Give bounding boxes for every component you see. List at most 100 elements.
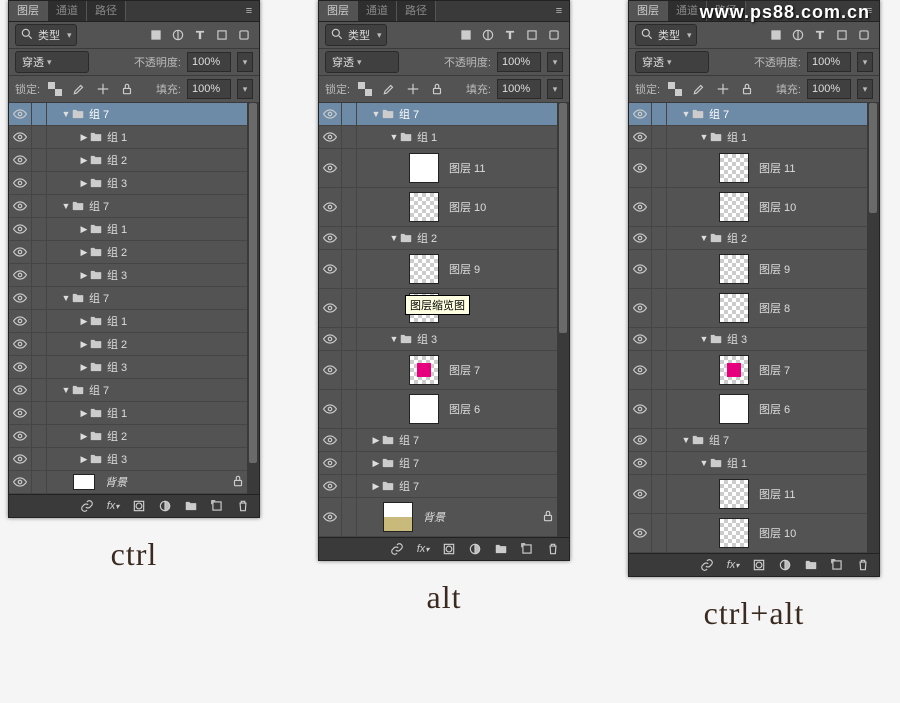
filter-type-icon[interactable] — [191, 26, 209, 44]
layer-thumbnail[interactable] — [719, 518, 749, 548]
filter-smart-icon[interactable] — [545, 26, 563, 44]
visibility-toggle[interactable] — [319, 328, 342, 350]
visibility-toggle[interactable] — [629, 250, 652, 288]
layer-row[interactable]: 图层 7 — [629, 351, 879, 390]
link-icon[interactable] — [389, 540, 405, 558]
disclosure-triangle[interactable]: ▶ — [79, 132, 89, 143]
visibility-toggle[interactable] — [319, 250, 342, 288]
visibility-toggle[interactable] — [9, 172, 32, 194]
visibility-toggle[interactable] — [629, 514, 652, 552]
disclosure-triangle[interactable]: ▼ — [389, 334, 399, 344]
panel-menu-icon[interactable]: ≡ — [549, 1, 569, 21]
visibility-toggle[interactable] — [9, 103, 32, 125]
new-layer-icon[interactable] — [519, 540, 535, 558]
layer-row[interactable]: 图层 8 — [629, 289, 879, 328]
fill-stepper[interactable]: ▾ — [857, 79, 873, 99]
visibility-toggle[interactable] — [319, 452, 342, 474]
lock-all-icon[interactable] — [738, 80, 756, 98]
disclosure-triangle[interactable]: ▼ — [61, 109, 71, 119]
group-name[interactable]: 组 3 — [727, 331, 747, 347]
visibility-toggle[interactable] — [629, 351, 652, 389]
layer-thumbnail[interactable] — [719, 293, 749, 323]
filter-adjust-icon[interactable] — [789, 26, 807, 44]
disclosure-triangle[interactable]: ▶ — [79, 178, 89, 189]
layer-name[interactable]: 图层 8 — [759, 300, 790, 316]
group-name[interactable]: 组 1 — [107, 221, 127, 237]
tab-layers[interactable]: 图层 — [9, 1, 48, 21]
mask-icon[interactable] — [131, 497, 147, 515]
filter-kind-select[interactable]: 类型 — [325, 24, 387, 46]
disclosure-triangle[interactable]: ▶ — [371, 458, 381, 469]
group-name[interactable]: 组 1 — [107, 129, 127, 145]
disclosure-triangle[interactable]: ▼ — [389, 132, 399, 142]
group-row[interactable]: ▶ 组 2 — [9, 241, 259, 264]
layer-name[interactable]: 图层 11 — [759, 160, 795, 176]
group-row[interactable]: ▼ 组 7 — [9, 103, 259, 126]
group-row[interactable]: ▼ 组 3 — [319, 328, 569, 351]
visibility-toggle[interactable] — [9, 448, 32, 470]
layer-row[interactable]: 图层 10 — [319, 188, 569, 227]
scrollbar[interactable] — [557, 103, 569, 537]
group-row[interactable]: ▼ 组 7 — [629, 103, 879, 126]
group-name[interactable]: 组 7 — [89, 290, 109, 306]
layer-name[interactable]: 图层 10 — [759, 525, 796, 541]
disclosure-triangle[interactable]: ▼ — [699, 132, 709, 142]
layer-row[interactable]: 图层 9 — [629, 250, 879, 289]
disclosure-triangle[interactable]: ▶ — [79, 270, 89, 281]
filter-adjust-icon[interactable] — [479, 26, 497, 44]
group-row[interactable]: ▶ 组 3 — [9, 448, 259, 471]
group-name[interactable]: 组 2 — [107, 152, 127, 168]
background-layer-row[interactable]: 背景 — [9, 471, 259, 494]
lock-transparent-icon[interactable] — [46, 80, 64, 98]
group-row[interactable]: ▼ 组 7 — [9, 379, 259, 402]
visibility-toggle[interactable] — [9, 425, 32, 447]
lock-move-icon[interactable] — [94, 80, 112, 98]
group-row[interactable]: ▶ 组 1 — [9, 126, 259, 149]
disclosure-triangle[interactable]: ▼ — [61, 293, 71, 303]
visibility-toggle[interactable] — [629, 227, 652, 249]
group-row[interactable]: ▶ 组 1 — [9, 218, 259, 241]
visibility-toggle[interactable] — [629, 126, 652, 148]
group-name[interactable]: 组 7 — [709, 106, 729, 122]
visibility-toggle[interactable] — [9, 333, 32, 355]
group-name[interactable]: 组 1 — [727, 455, 747, 471]
opacity-value[interactable]: 100% — [497, 52, 541, 72]
scroll-thumb[interactable] — [559, 103, 567, 333]
group-row[interactable]: ▶ 组 3 — [9, 356, 259, 379]
lock-paint-icon[interactable] — [70, 80, 88, 98]
group-row[interactable]: ▶ 组 2 — [9, 333, 259, 356]
visibility-toggle[interactable] — [319, 227, 342, 249]
group-row[interactable]: ▼ 组 3 — [629, 328, 879, 351]
layer-row[interactable]: 图层 11 — [319, 149, 569, 188]
visibility-toggle[interactable] — [319, 149, 342, 187]
new-layer-icon[interactable] — [829, 556, 845, 574]
blend-mode-select[interactable]: 穿透 — [635, 51, 709, 73]
disclosure-triangle[interactable]: ▶ — [79, 316, 89, 327]
filter-pixel-icon[interactable] — [147, 26, 165, 44]
visibility-toggle[interactable] — [629, 103, 652, 125]
group-name[interactable]: 组 7 — [709, 432, 729, 448]
background-layer-row[interactable]: 背景 — [319, 498, 569, 537]
layers-list[interactable]: ▼ 组 7 ▼ 组 1 图层 11 图层 10 — [319, 103, 569, 537]
filter-adjust-icon[interactable] — [169, 26, 187, 44]
tab-layers[interactable]: 图层 — [629, 1, 668, 21]
filter-type-icon[interactable] — [501, 26, 519, 44]
group-name[interactable]: 组 2 — [107, 336, 127, 352]
layer-row[interactable]: 图层 10 — [629, 188, 879, 227]
group-row[interactable]: ▼ 组 1 — [629, 452, 879, 475]
visibility-toggle[interactable] — [629, 328, 652, 350]
visibility-toggle[interactable] — [319, 390, 342, 428]
lock-transparent-icon[interactable] — [356, 80, 374, 98]
visibility-toggle[interactable] — [9, 356, 32, 378]
disclosure-triangle[interactable]: ▼ — [681, 109, 691, 119]
layer-name[interactable]: 图层 11 — [759, 486, 795, 502]
disclosure-triangle[interactable]: ▶ — [79, 362, 89, 373]
lock-all-icon[interactable] — [428, 80, 446, 98]
visibility-toggle[interactable] — [629, 475, 652, 513]
layer-thumbnail[interactable] — [409, 254, 439, 284]
scrollbar[interactable] — [867, 103, 879, 553]
layer-row[interactable]: 图层 9 — [319, 250, 569, 289]
group-name[interactable]: 组 3 — [107, 359, 127, 375]
opacity-value[interactable]: 100% — [187, 52, 231, 72]
layer-name[interactable]: 背景 — [105, 474, 127, 490]
